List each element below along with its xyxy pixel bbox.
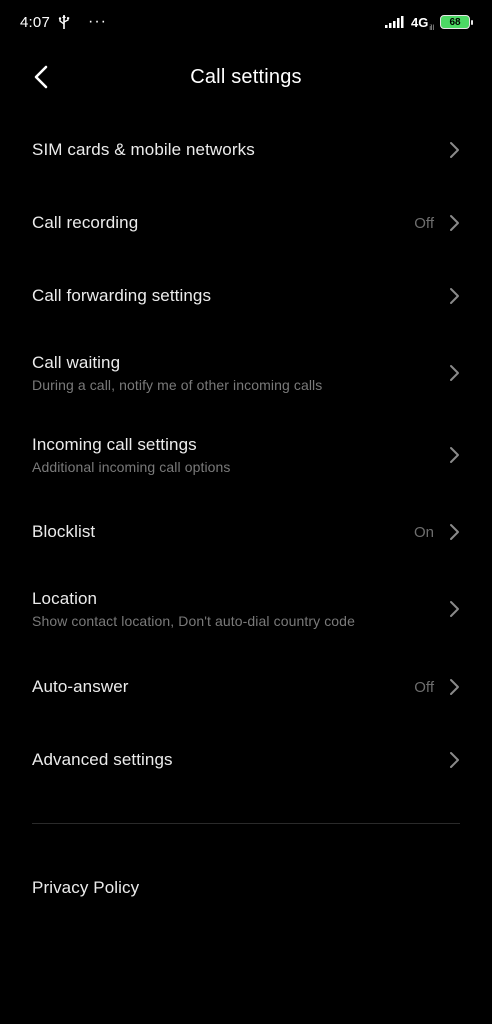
row-right: Off xyxy=(414,214,460,232)
chevron-right-icon xyxy=(450,752,459,768)
chevron-left-icon xyxy=(34,65,48,89)
row-text: Call recording xyxy=(32,213,138,233)
auto-answer-item[interactable]: Auto-answer Off xyxy=(0,655,492,719)
app-header: Call settings xyxy=(0,54,492,100)
row-right xyxy=(448,141,460,159)
call-waiting-item[interactable]: Call waiting During a call, notify me of… xyxy=(0,341,492,405)
blocklist-item[interactable]: Blocklist On xyxy=(0,500,492,564)
row-text: Advanced settings xyxy=(32,750,173,770)
row-title: Auto-answer xyxy=(32,677,129,696)
row-text: Location Show contact location, Don't au… xyxy=(32,589,355,629)
row-text: Privacy Policy xyxy=(32,878,139,898)
row-value: Off xyxy=(414,678,434,696)
row-right xyxy=(448,446,460,464)
row-right xyxy=(448,600,460,618)
row-text: Auto-answer xyxy=(32,677,129,697)
row-title: Location xyxy=(32,589,98,608)
row-title: SIM cards & mobile networks xyxy=(32,140,255,159)
page-title: Call settings xyxy=(190,65,302,88)
row-value: Off xyxy=(414,214,434,232)
signal-bars-icon xyxy=(384,15,405,29)
row-text: Blocklist xyxy=(32,522,95,542)
sim-cards-networks-item[interactable]: SIM cards & mobile networks xyxy=(0,118,492,182)
status-time: 4:07 xyxy=(20,13,50,31)
battery-icon: 68 xyxy=(440,15,473,29)
call-forwarding-item[interactable]: Call forwarding settings xyxy=(0,264,492,328)
status-right: 4Gill 68 xyxy=(384,14,473,32)
chevron-right-icon xyxy=(450,447,459,463)
row-subtitle: During a call, notify me of other incomi… xyxy=(32,377,323,393)
chevron-right-icon xyxy=(450,215,459,231)
row-title: Advanced settings xyxy=(32,750,173,769)
call-recording-item[interactable]: Call recording Off xyxy=(0,191,492,255)
incoming-call-settings-item[interactable]: Incoming call settings Additional incomi… xyxy=(0,423,492,487)
chevron-right-icon xyxy=(450,142,459,158)
battery-level: 68 xyxy=(449,16,461,28)
row-title: Blocklist xyxy=(32,522,96,541)
network-type-label: 4G xyxy=(410,14,429,30)
row-right xyxy=(448,287,460,305)
call-settings-screen: 4:07 ··· 4Gill 68 Call settings SIM card… xyxy=(0,0,492,1024)
row-subtitle: Additional incoming call options xyxy=(32,459,231,475)
notification-dots: ··· xyxy=(88,13,107,30)
status-left: 4:07 ··· xyxy=(20,14,107,31)
row-subtitle: Show contact location, Don't auto-dial c… xyxy=(32,613,355,629)
row-text: SIM cards & mobile networks xyxy=(32,140,255,160)
location-item[interactable]: Location Show contact location, Don't au… xyxy=(0,577,492,641)
row-right xyxy=(448,751,460,769)
usb-icon xyxy=(58,14,70,30)
chevron-right-icon xyxy=(450,524,459,540)
row-title: Call forwarding settings xyxy=(32,286,212,305)
privacy-policy-label: Privacy Policy xyxy=(32,878,140,897)
chevron-right-icon xyxy=(450,601,459,617)
row-title: Call waiting xyxy=(32,353,121,372)
status-bar: 4:07 ··· 4Gill 68 xyxy=(0,0,492,44)
row-text: Call forwarding settings xyxy=(32,286,211,306)
network-type: 4Gill xyxy=(410,14,434,32)
row-right xyxy=(448,364,460,382)
network-signal-sub: ill xyxy=(429,24,434,32)
row-title: Incoming call settings xyxy=(32,435,197,454)
chevron-right-icon xyxy=(450,679,459,695)
row-right: On xyxy=(414,523,460,541)
privacy-policy-link[interactable]: Privacy Policy xyxy=(0,856,492,920)
row-text: Call waiting During a call, notify me of… xyxy=(32,353,322,393)
chevron-right-icon xyxy=(450,365,459,381)
chevron-right-icon xyxy=(450,288,459,304)
row-title: Call recording xyxy=(32,213,139,232)
back-button[interactable] xyxy=(24,60,58,94)
row-value: On xyxy=(413,523,434,541)
row-right: Off xyxy=(414,678,460,696)
advanced-settings-item[interactable]: Advanced settings xyxy=(0,728,492,792)
section-divider xyxy=(32,823,460,824)
row-text: Incoming call settings Additional incomi… xyxy=(32,435,231,475)
